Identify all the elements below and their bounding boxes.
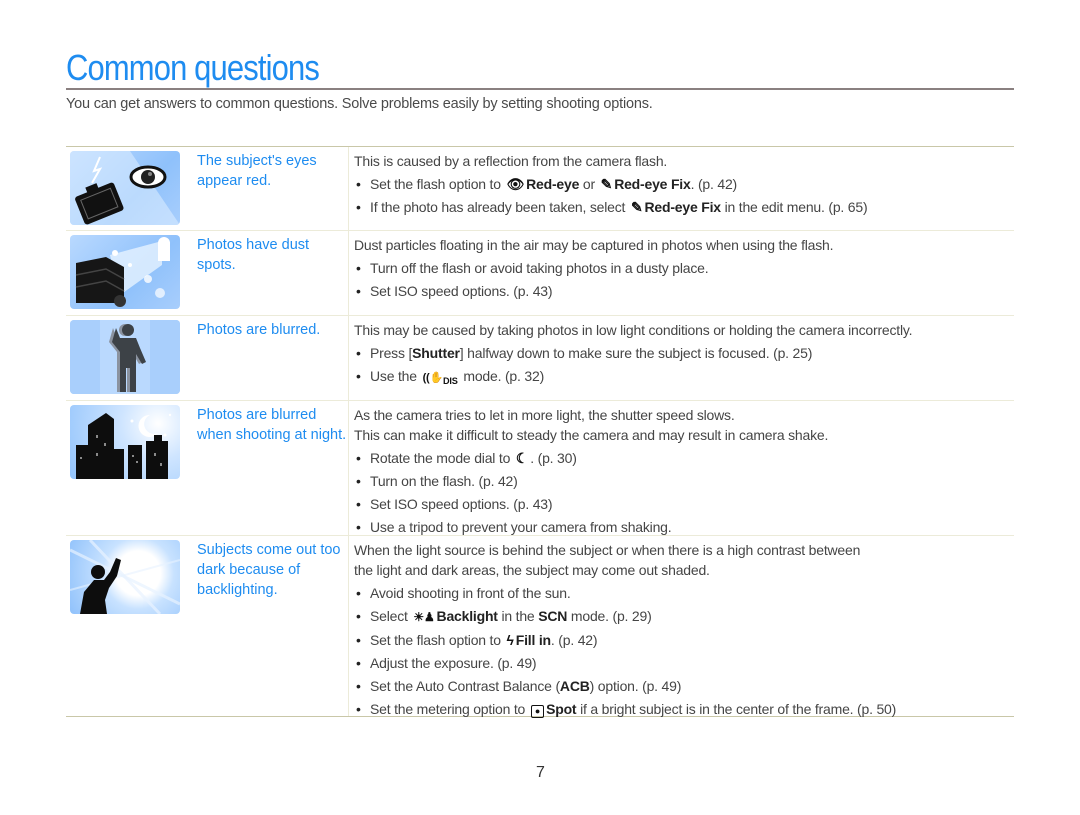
question-text: Photos are blurred when shooting at nigh…: [197, 407, 347, 443]
answer-line: When the light source is behind the subj…: [354, 542, 861, 558]
bullet-text: . (p. 42): [690, 176, 738, 192]
bullet-text: If the photo has already been taken, sel…: [370, 199, 626, 215]
night-mode-icon: ☾: [515, 450, 529, 466]
answer-line: This can make it difficult to steady the…: [354, 427, 829, 443]
bold-term: Fill in: [515, 632, 551, 648]
dust-spots-illustration: [70, 235, 180, 309]
bullet-item: Rotate the mode dial to ☾. (p. 30): [354, 448, 1014, 468]
spot-metering-icon: ●: [530, 705, 545, 718]
answer-line: This may be caused by taking photos in l…: [354, 322, 913, 338]
red-eye-fix-icon: ✎: [600, 176, 613, 192]
faq-row-backlighting: Subjects come out too dark because of ba…: [66, 536, 1014, 719]
fill-in-flash-icon: ϟ: [506, 632, 514, 648]
bullet-text: mode. (p. 32): [463, 368, 545, 384]
faq-row-dust: Photos have dust spots. Dust particles f…: [66, 231, 1014, 316]
bullet-text: Rotate the mode dial to: [370, 450, 511, 466]
page-title: Common questions: [66, 47, 320, 88]
answer-cell: This is caused by a reflection from the …: [348, 147, 1014, 230]
red-eye-icon: 👁: [506, 176, 525, 192]
night-city-illustration: [70, 405, 180, 479]
blurred-person-illustration: [70, 320, 180, 394]
shutter-button-label: Shutter: [412, 345, 460, 361]
bold-term: ACB: [559, 678, 590, 694]
faq-row-blurred: Photos are blurred. This may be caused b…: [66, 316, 1014, 401]
question-text: The subject's eyes appear red.: [197, 153, 317, 189]
bullet-text: ] halfway down to make sure the subject …: [459, 345, 813, 361]
bullet-item: Set ISO speed options. (p. 43): [354, 494, 1014, 514]
bullet-item: If the photo has already been taken, sel…: [354, 197, 1014, 217]
bullet-text: Use the: [370, 368, 417, 384]
bullet-item: Press [Shutter] halfway down to make sur…: [354, 343, 1014, 363]
bullet-item: Use a tripod to prevent your camera from…: [354, 517, 1014, 537]
bullet-item: Avoid shooting in front of the sun.: [354, 583, 1014, 603]
faq-row-red-eye: The subject's eyes appear red. This is c…: [66, 147, 1014, 231]
bullet-text: ) option. (p. 49): [589, 678, 682, 694]
question-text: Photos are blurred.: [197, 322, 321, 338]
backlight-icon: ☀♟: [413, 610, 435, 624]
answer-cell: Dust particles floating in the air may b…: [348, 231, 1014, 315]
answer-line: Dust particles floating in the air may b…: [354, 237, 834, 253]
question-text: Subjects come out too dark because of ba…: [197, 542, 341, 598]
bold-term: Red-eye Fix: [614, 176, 691, 192]
answer-cell: As the camera tries to let in more light…: [348, 401, 1014, 537]
bullet-text: or: [582, 176, 595, 192]
bullet-item: Adjust the exposure. (p. 49): [354, 653, 1014, 673]
bullet-text: in the: [501, 608, 535, 624]
dual-is-mode-icon: ((✋DIS: [422, 372, 458, 387]
bullet-item: Use the ((✋DIS mode. (p. 32): [354, 366, 1014, 391]
bullet-item: Turn off the flash or avoid taking photo…: [354, 258, 1014, 278]
answer-line: This is caused by a reflection from the …: [354, 153, 668, 169]
bullet-text: in the edit menu. (p. 65): [724, 199, 868, 215]
bullet-text: Select: [370, 608, 408, 624]
faq-table: The subject's eyes appear red. This is c…: [66, 146, 1014, 719]
bullet-item: Set the flash option to ϟFill in. (p. 42…: [354, 630, 1014, 650]
bullet-text: if a bright subject is in the center of …: [580, 701, 897, 717]
bullet-text: Set the flash option to: [370, 176, 501, 192]
bullet-item: Select ☀♟Backlight in the SCN mode. (p. …: [354, 606, 1014, 627]
answer-line: the light and dark areas, the subject ma…: [354, 562, 710, 578]
bullet-text: Press [: [370, 345, 413, 361]
bullet-item: Turn on the flash. (p. 42): [354, 471, 1014, 491]
scn-mode-label: SCN: [538, 608, 568, 624]
page-number: 7: [536, 764, 545, 781]
bold-term: Backlight: [436, 608, 498, 624]
bullet-item: Set the metering option to ●Spot if a br…: [354, 699, 1014, 719]
title-divider: [66, 88, 1014, 90]
answer-cell: When the light source is behind the subj…: [348, 536, 1014, 719]
intro-text: You can get answers to common questions.…: [66, 96, 653, 112]
bullet-text: Set the metering option to: [370, 701, 526, 717]
backlit-person-illustration: [70, 540, 180, 614]
bullet-text: mode. (p. 29): [570, 608, 652, 624]
bold-term: Spot: [546, 701, 577, 717]
question-text: Photos have dust spots.: [197, 237, 310, 273]
bold-term: Red-eye: [526, 176, 580, 192]
bold-term: Red-eye Fix: [644, 199, 721, 215]
bullet-text: Set the flash option to: [370, 632, 501, 648]
red-eye-fix-icon: ✎: [630, 199, 643, 215]
answer-cell: This may be caused by taking photos in l…: [348, 316, 1014, 400]
bullet-item: Set the flash option to 👁Red-eye or ✎Red…: [354, 174, 1014, 194]
answer-line: As the camera tries to let in more light…: [354, 407, 735, 423]
bullet-item: Set the Auto Contrast Balance (ACB) opti…: [354, 676, 1014, 696]
bullet-item: Set ISO speed options. (p. 43): [354, 281, 1014, 301]
bullet-text: Set the Auto Contrast Balance (: [370, 678, 560, 694]
faq-row-night: Photos are blurred when shooting at nigh…: [66, 401, 1014, 537]
red-eye-camera-illustration: [70, 151, 180, 225]
bullet-text: . (p. 30): [530, 450, 577, 466]
bullet-text: . (p. 42): [550, 632, 598, 648]
